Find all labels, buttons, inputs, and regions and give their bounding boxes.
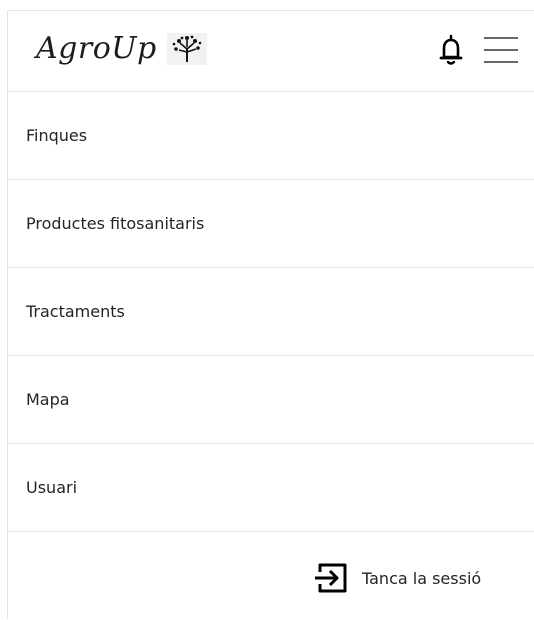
logout-button[interactable]: Tanca la sessió — [314, 562, 481, 594]
menu-item-tractaments[interactable]: Tractaments — [8, 268, 534, 356]
brand-logo[interactable]: AgroUp — [36, 31, 207, 66]
menu-item-label: Mapa — [26, 390, 70, 409]
bell-icon[interactable] — [438, 33, 464, 67]
menu-item-label: Tractaments — [26, 302, 125, 321]
navbar: AgroUp — [8, 11, 534, 92]
brand-name: AgroUp — [36, 31, 157, 66]
logout-icon — [314, 562, 348, 594]
logout-section: Tanca la sessió — [8, 536, 534, 620]
tree-icon — [166, 32, 207, 65]
menu-item-label: Productes fitosanitaris — [26, 214, 205, 233]
menu-item-usuari[interactable]: Usuari — [8, 444, 534, 532]
logout-label: Tanca la sessió — [362, 568, 482, 588]
menu-item-label: Usuari — [26, 478, 78, 497]
menu-item-finques[interactable]: Finques — [8, 92, 534, 180]
hamburger-menu-icon[interactable] — [482, 33, 520, 67]
menu-item-productes-fitosanitaris[interactable]: Productes fitosanitaris — [8, 180, 534, 268]
menu-item-label: Finques — [26, 126, 88, 145]
app-frame: AgroUp Finques Productes fitosanitaris T… — [7, 10, 534, 619]
menu-item-mapa[interactable]: Mapa — [8, 356, 534, 444]
